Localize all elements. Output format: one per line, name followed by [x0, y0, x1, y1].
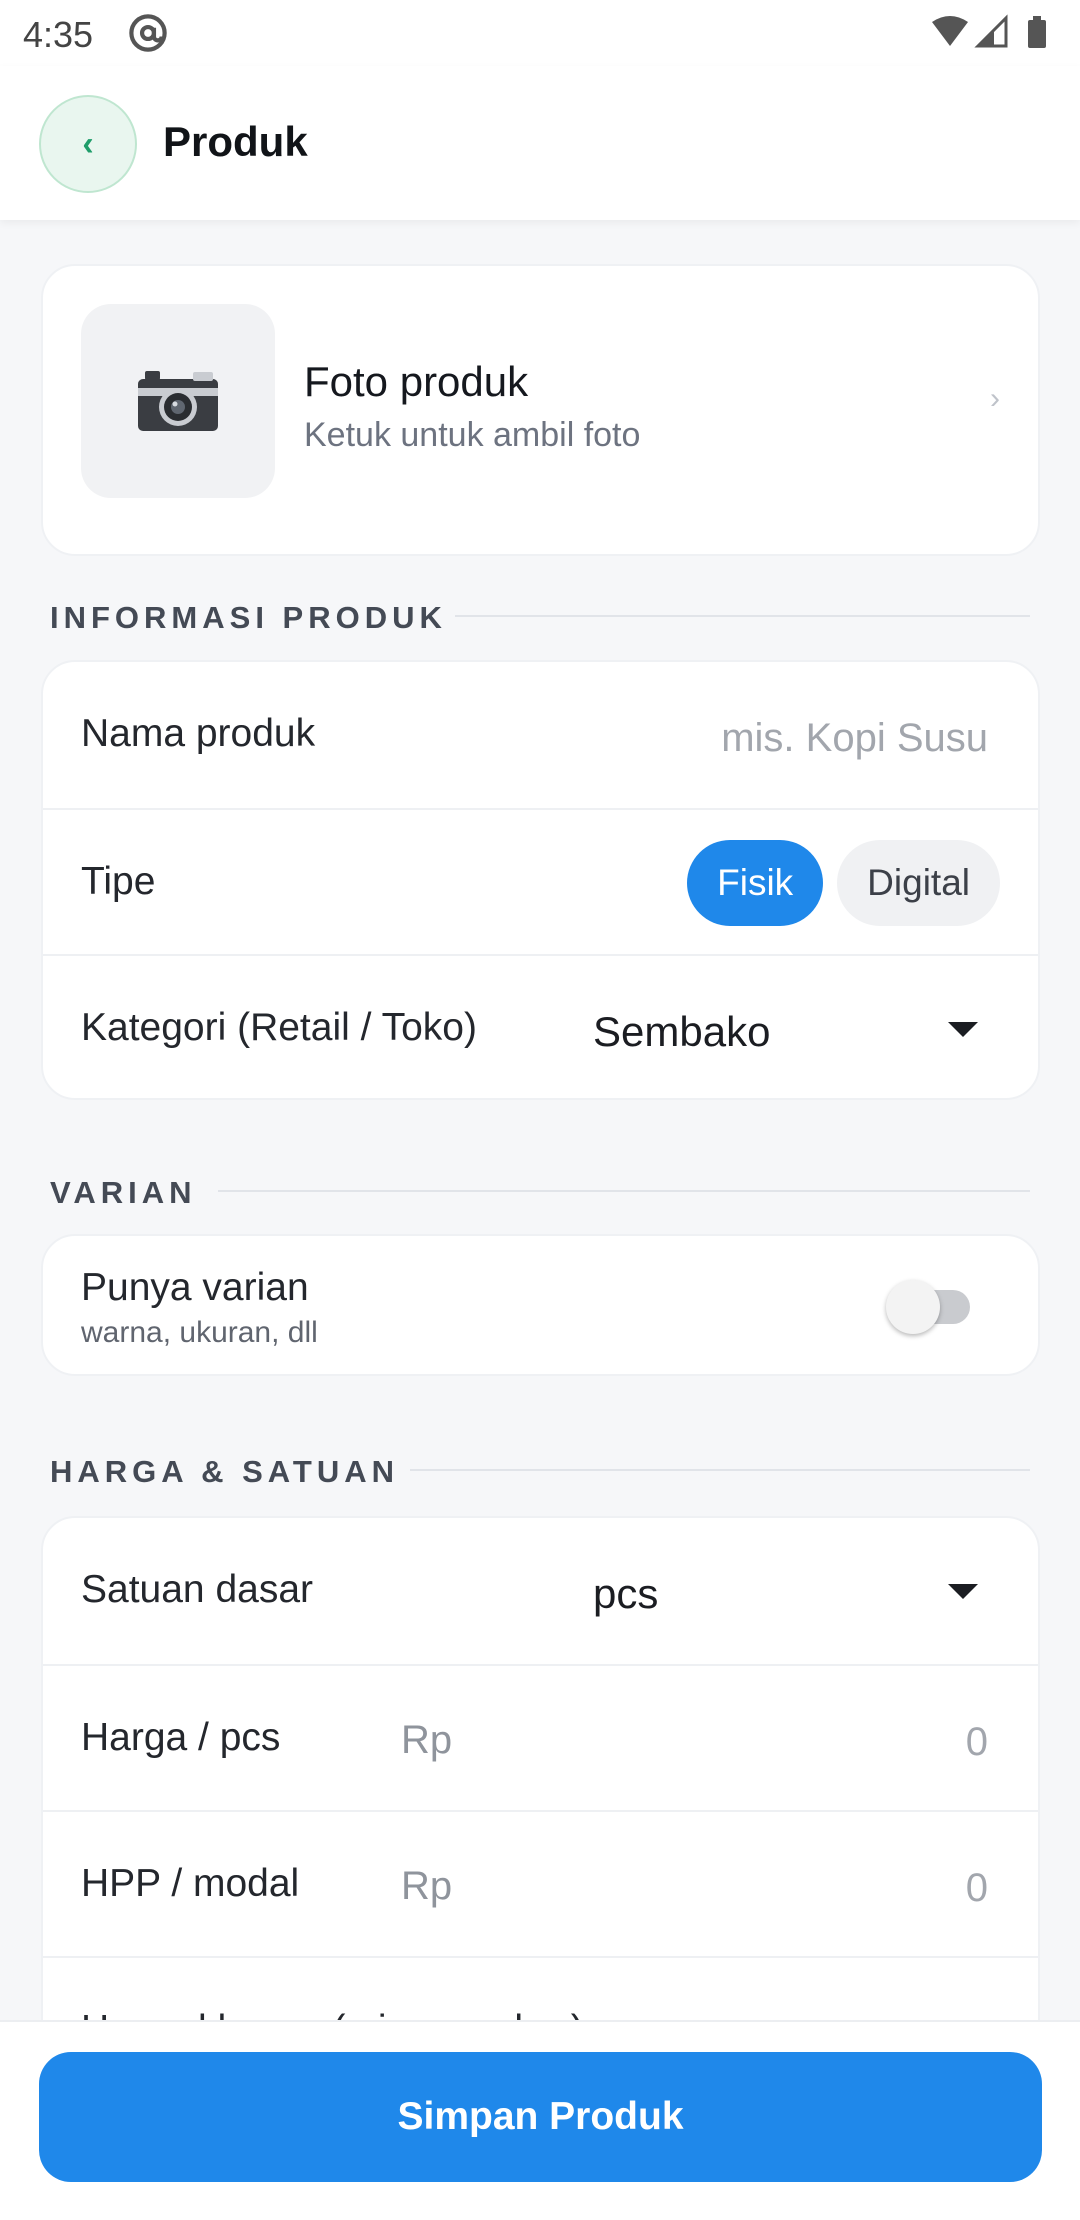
variant-sublabel: warna, ukuran, dll	[81, 1316, 318, 1349]
special-price-label: Harga khusus (mis. member)	[81, 2008, 584, 2020]
row-special-price[interactable]: Harga khusus (mis. member)	[43, 1956, 1038, 2020]
form-content[interactable]: Foto produk Ketuk untuk ambil foto › INF…	[0, 220, 1080, 2020]
page-title: Produk	[163, 118, 308, 165]
bottom-action-bar: Simpan Produk	[0, 2020, 1080, 2220]
dropdown-caret-icon	[948, 1584, 978, 1599]
product-photo-card[interactable]: Foto produk Ketuk untuk ambil foto ›	[41, 264, 1040, 556]
product-name-label: Nama produk	[81, 712, 316, 755]
section-label-harga: HARGA & SATUAN	[50, 1454, 399, 1489]
category-select[interactable]: Sembako	[593, 1008, 770, 1056]
app-bar: ‹ Produk	[0, 66, 1080, 220]
category-label: Kategori (Retail / Toko)	[81, 1006, 477, 1049]
dropdown-caret-icon	[948, 1022, 978, 1037]
product-info-card: Nama produk mis. Kopi Susu Tipe Fisik Di…	[41, 660, 1040, 1100]
section-label-varian: VARIAN	[50, 1175, 197, 1210]
variant-toggle-knob[interactable]	[886, 1280, 940, 1334]
back-button[interactable]: ‹	[39, 95, 137, 193]
cost-label: HPP / modal	[81, 1862, 300, 1905]
base-unit-label: Satuan dasar	[81, 1568, 314, 1611]
row-category[interactable]: Kategori (Retail / Toko) Sembako	[43, 954, 1038, 1098]
type-option-fisik[interactable]: Fisik	[687, 840, 824, 926]
row-product-type: Tipe Fisik Digital	[43, 808, 1038, 954]
type-option-digital[interactable]: Digital	[837, 840, 1000, 926]
back-icon: ‹	[82, 124, 94, 163]
section-label-info: INFORMASI PRODUK	[50, 600, 447, 635]
at-sign-icon	[129, 14, 167, 52]
price-input[interactable]: 0	[966, 1720, 988, 1765]
section-divider	[455, 615, 1030, 617]
battery-icon	[1028, 16, 1046, 48]
row-price[interactable]: Harga / pcs Rp 0	[43, 1664, 1038, 1810]
price-label: Harga / pcs	[81, 1716, 281, 1759]
product-type-selector: Fisik Digital	[687, 840, 1000, 926]
variant-label: Punya varian	[81, 1266, 309, 1309]
product-name-input[interactable]: mis. Kopi Susu	[721, 716, 988, 761]
row-base-unit[interactable]: Satuan dasar pcs	[43, 1518, 1038, 1664]
photo-title: Foto produk	[304, 358, 529, 405]
base-unit-select[interactable]: pcs	[593, 1570, 658, 1618]
camera-icon	[138, 371, 218, 431]
cost-currency-prefix: Rp	[401, 1864, 453, 1908]
photo-subtitle: Ketuk untuk ambil foto	[304, 416, 641, 454]
wifi-icon	[932, 16, 968, 46]
section-divider	[410, 1469, 1030, 1471]
chevron-right-icon: ›	[990, 382, 1000, 415]
photo-thumbnail	[81, 304, 275, 498]
row-product-name[interactable]: Nama produk mis. Kopi Susu	[43, 662, 1038, 808]
system-status-icons	[932, 14, 1046, 48]
cost-input[interactable]: 0	[966, 1866, 988, 1911]
signal-icon	[974, 14, 1008, 48]
row-cost[interactable]: HPP / modal Rp 0	[43, 1810, 1038, 1956]
save-product-button[interactable]: Simpan Produk	[39, 2052, 1042, 2182]
status-bar: 4:35	[0, 0, 1080, 66]
status-time: 4:35	[23, 14, 94, 55]
variant-card: Punya varian warna, ukuran, dll	[41, 1234, 1040, 1376]
product-type-label: Tipe	[81, 860, 156, 903]
price-currency-prefix: Rp	[401, 1718, 453, 1762]
section-divider	[218, 1190, 1030, 1192]
price-unit-card: Satuan dasar pcs Harga / pcs Rp 0 HPP / …	[41, 1516, 1040, 2020]
